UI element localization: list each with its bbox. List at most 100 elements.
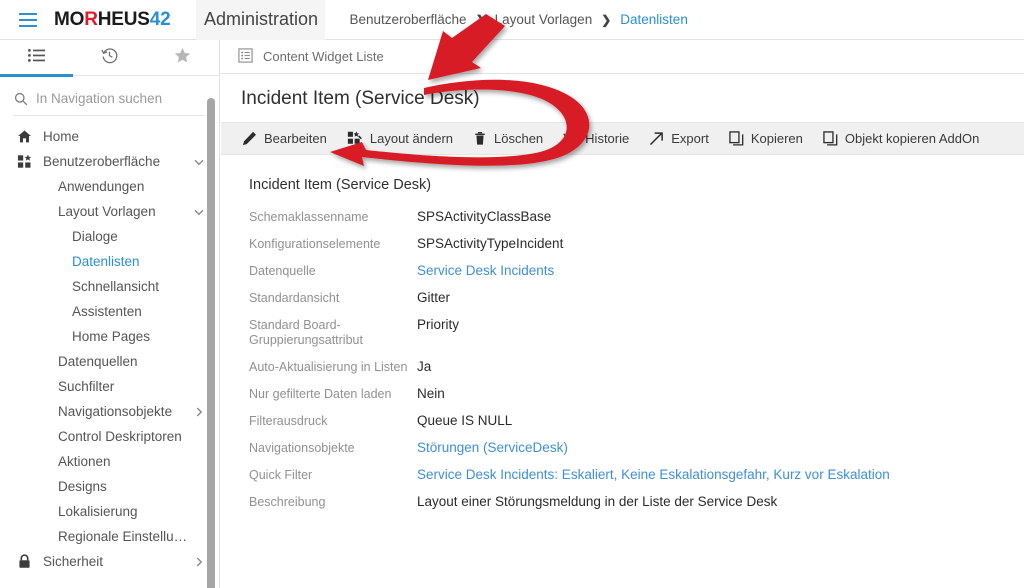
breadcrumb-item-benutzeroberflaeche[interactable]: Benutzeroberfläche [349, 12, 466, 27]
sidebar-item-datenquellen[interactable]: Datenquellen [0, 349, 219, 374]
sidebar-item-designs[interactable]: Designs [0, 474, 219, 499]
sidebar-item-label: Regionale Einstellu… [58, 529, 188, 544]
property-value-link[interactable]: Service Desk Incidents: Eskaliert, Keine… [417, 467, 890, 483]
sidebar-item-datenlisten[interactable]: Datenlisten [0, 249, 219, 274]
content-widget-tab[interactable]: Content Widget Liste [221, 40, 1024, 74]
property-label: Nur gefilterte Daten laden [249, 387, 392, 401]
sidebar-item-label: Assistenten [72, 304, 142, 319]
property-label: Datenquelle [249, 264, 316, 278]
property-row: Nur gefilterte Daten laden Nein [221, 386, 1024, 402]
sidebar-item-anwendungen[interactable]: Anwendungen [0, 174, 219, 199]
content-widget-tab-label: Content Widget Liste [263, 49, 384, 64]
toolbar-button-loeschen[interactable]: Löschen [473, 131, 543, 146]
copy-icon [729, 131, 744, 146]
breadcrumb-separator-icon: ❯ [601, 12, 612, 27]
navigation-list: Home Benutzeroberfläche Anwendungen Layout … [0, 116, 219, 574]
sidebar-item-label: Suchfilter [58, 379, 115, 394]
chevron-down-icon[interactable] [193, 206, 205, 218]
property-label: Konfigurationselemente [249, 237, 381, 251]
app-title: Administration [196, 0, 326, 40]
toolbar-button-historie[interactable]: Historie [563, 131, 629, 146]
app-logo[interactable]: MORHEUS42 [54, 8, 171, 31]
hamburger-menu-icon[interactable] [8, 0, 48, 40]
property-label: Standard Board-Gruppierungsattribut [249, 318, 363, 347]
copy-icon [823, 131, 838, 146]
property-label: Filterausdruck [249, 414, 328, 428]
list-icon [28, 49, 45, 67]
sidebar-item-control-deskriptoren[interactable]: Control Deskriptoren [0, 424, 219, 449]
sidebar-tab-favorites[interactable] [146, 40, 219, 76]
trash-icon [473, 131, 487, 146]
sidebar-scrollbar[interactable] [207, 98, 215, 588]
sidebar-item-label: Layout Vorlagen [58, 204, 156, 219]
navigation-search[interactable] [14, 82, 205, 116]
sidebar-item-label: Sicherheit [43, 554, 104, 569]
sidebar-item-label: Datenquellen [58, 354, 138, 369]
chevron-right-icon[interactable] [193, 556, 205, 568]
sidebar-item-benutzeroberflaeche[interactable]: Benutzeroberfläche [0, 149, 219, 174]
toolbar-button-label: Bearbeiten [264, 131, 327, 146]
property-row: Konfigurationselemente SPSActivityTypeInc… [221, 236, 1024, 252]
chevron-down-icon[interactable] [193, 156, 205, 168]
toolbar-button-export[interactable]: Export [649, 131, 709, 146]
sidebar-item-aktionen[interactable]: Aktionen [0, 449, 219, 474]
sidebar-item-assistenten[interactable]: Assistenten [0, 299, 219, 324]
sidebar: Home Benutzeroberfläche Anwendungen Layout … [0, 40, 220, 588]
property-value-link[interactable]: Service Desk Incidents [417, 263, 554, 279]
sidebar-item-label: Aktionen [58, 454, 111, 469]
property-value: Nein [417, 386, 445, 401]
toolbar-button-label: Löschen [494, 131, 544, 146]
property-label: Schemaklassenname [249, 210, 369, 224]
sidebar-tab-navigation[interactable] [0, 40, 73, 77]
property-value: Ja [417, 359, 432, 374]
sidebar-tabs [0, 40, 219, 77]
breadcrumb-item-layout-vorlagen[interactable]: Layout Vorlagen [495, 12, 593, 27]
property-label: Quick Filter [249, 468, 313, 482]
toolbar-button-label: Kopieren [750, 131, 803, 146]
toolbar-button-label: Export [671, 131, 709, 146]
sidebar-item-layout-vorlagen[interactable]: Layout Vorlagen [0, 199, 219, 224]
page-title: Incident Item (Service Desk) [241, 88, 480, 109]
toolbar-button-objekt-kopieren-addon[interactable]: Objekt kopieren AddOn [823, 131, 979, 146]
star-icon [174, 47, 191, 69]
sidebar-item-dialoge[interactable]: Dialoge [0, 224, 219, 249]
sidebar-item-label: Dialoge [72, 229, 118, 244]
property-row: Filterausdruck Queue IS NULL [221, 413, 1024, 429]
logo-part-1: MO [54, 8, 85, 30]
sidebar-item-regionale-einstellu[interactable]: Regionale Einstellu… [0, 524, 219, 549]
search-input[interactable] [36, 91, 205, 106]
chevron-right-icon[interactable] [193, 406, 205, 418]
sidebar-item-suchfilter[interactable]: Suchfilter [0, 374, 219, 399]
property-value: Priority [417, 317, 460, 332]
logo-part-2: R [84, 8, 98, 30]
history-clock-icon [101, 47, 118, 69]
sidebar-item-navigationsobjekte[interactable]: Navigationsobjekte [0, 399, 219, 424]
search-icon [14, 92, 28, 106]
detail-heading: Incident Item (Service Desk) [249, 177, 432, 193]
sidebar-item-home[interactable]: Home [0, 124, 219, 149]
property-row: Beschreibung Layout einer Störungsmeldung… [221, 494, 1024, 510]
sidebar-item-lokalisierung[interactable]: Lokalisierung [0, 499, 219, 524]
sidebar-item-sicherheit[interactable]: Sicherheit [0, 549, 219, 574]
main-content: Content Widget Liste Incident Item (Serv… [221, 40, 1024, 588]
property-row: Standard Board-Gruppierungsattribut Prior… [221, 317, 1024, 348]
property-value: SPSActivityClassBase [417, 209, 552, 224]
sidebar-item-label: Control Deskriptoren [58, 429, 182, 444]
property-value-link[interactable]: Störungen (ServiceDesk) [417, 440, 568, 456]
property-value: Layout einer Störungsmeldung in der List… [417, 494, 778, 509]
layout-wand-icon [347, 131, 363, 146]
property-label: Standardansicht [249, 291, 340, 305]
property-detail: Incident Item (Service Desk) Schemaklass… [221, 155, 1024, 588]
sidebar-item-home-pages[interactable]: Home Pages [0, 324, 219, 349]
property-label: Beschreibung [249, 495, 326, 509]
property-row: Datenquelle Service Desk Incidents [221, 263, 1024, 279]
arrow-up-right-icon [649, 131, 664, 146]
toolbar-button-layout-aendern[interactable]: Layout ändern [347, 131, 453, 146]
sidebar-item-label: Schnellansicht [72, 279, 160, 294]
sidebar-item-schnellansicht[interactable]: Schnellansicht [0, 274, 219, 299]
breadcrumb-item-datenlisten[interactable]: Datenlisten [620, 12, 688, 27]
logo-part-3: HEUS [97, 8, 150, 30]
toolbar-button-bearbeiten[interactable]: Bearbeiten [242, 131, 327, 146]
sidebar-tab-history[interactable] [73, 40, 146, 76]
toolbar-button-kopieren[interactable]: Kopieren [729, 131, 803, 146]
